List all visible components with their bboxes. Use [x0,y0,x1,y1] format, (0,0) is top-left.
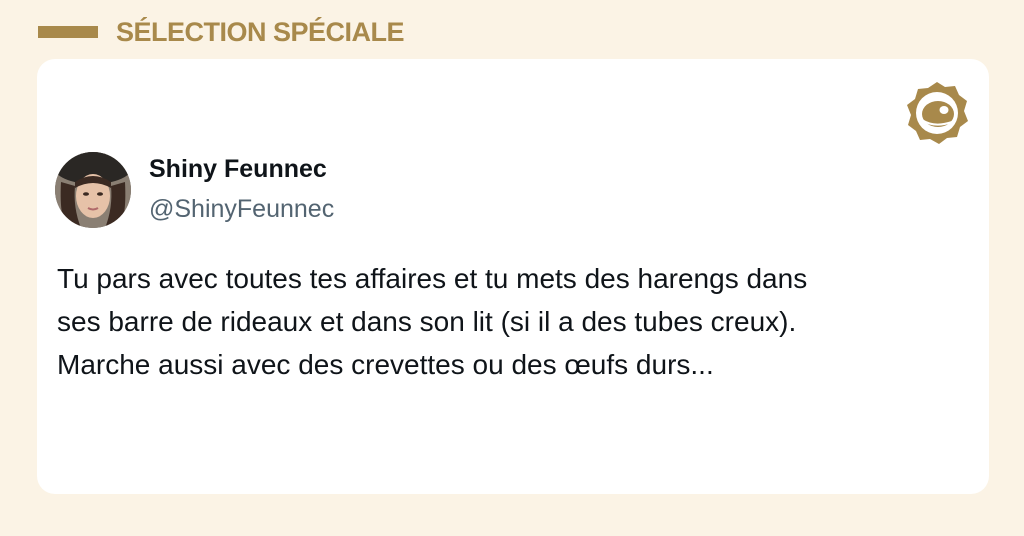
author-handle[interactable]: @ShinyFeunnec [149,195,334,224]
avatar[interactable] [55,152,131,228]
tweet-card: Shiny Feunnec @ShinyFeunnec Tu pars avec… [37,59,989,494]
section-title: SÉLECTION SPÉCIALE [116,16,405,47]
section-bar-decoration [38,26,98,38]
tweet-text: Tu pars avec toutes tes affaires et tu m… [57,263,808,380]
section-header: SÉLECTION SPÉCIALE [38,14,405,50]
author-name[interactable]: Shiny Feunnec [149,155,327,184]
brand-badge-icon [904,80,970,146]
